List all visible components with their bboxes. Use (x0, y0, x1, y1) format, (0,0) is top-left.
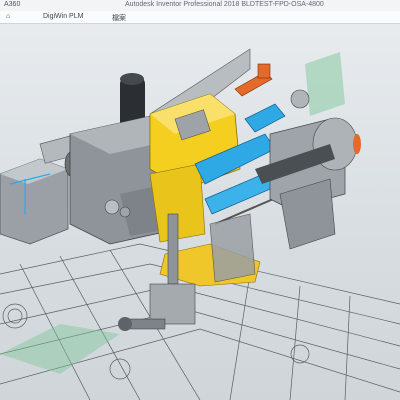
screen: A360 Autodesk Inventor Professional 2018… (0, 0, 400, 400)
ribbon-tab-bar: DigiWin PLM ⌂ 檔案 (0, 11, 400, 24)
3d-viewport[interactable] (0, 24, 400, 400)
tab-digiwin-plm[interactable]: DigiWin PLM (43, 13, 83, 20)
green-plane-right (305, 52, 345, 116)
right-spindle[interactable] (255, 117, 361, 250)
home-icon[interactable]: ⌂ (6, 13, 10, 20)
app-label: A360 (4, 1, 21, 8)
window-title: Autodesk Inventor Professional 2018 BLDT… (125, 1, 324, 8)
cad-model-canvas[interactable] (0, 24, 400, 400)
tab-file[interactable]: 檔案 (112, 13, 126, 23)
green-plane-left (0, 324, 120, 374)
